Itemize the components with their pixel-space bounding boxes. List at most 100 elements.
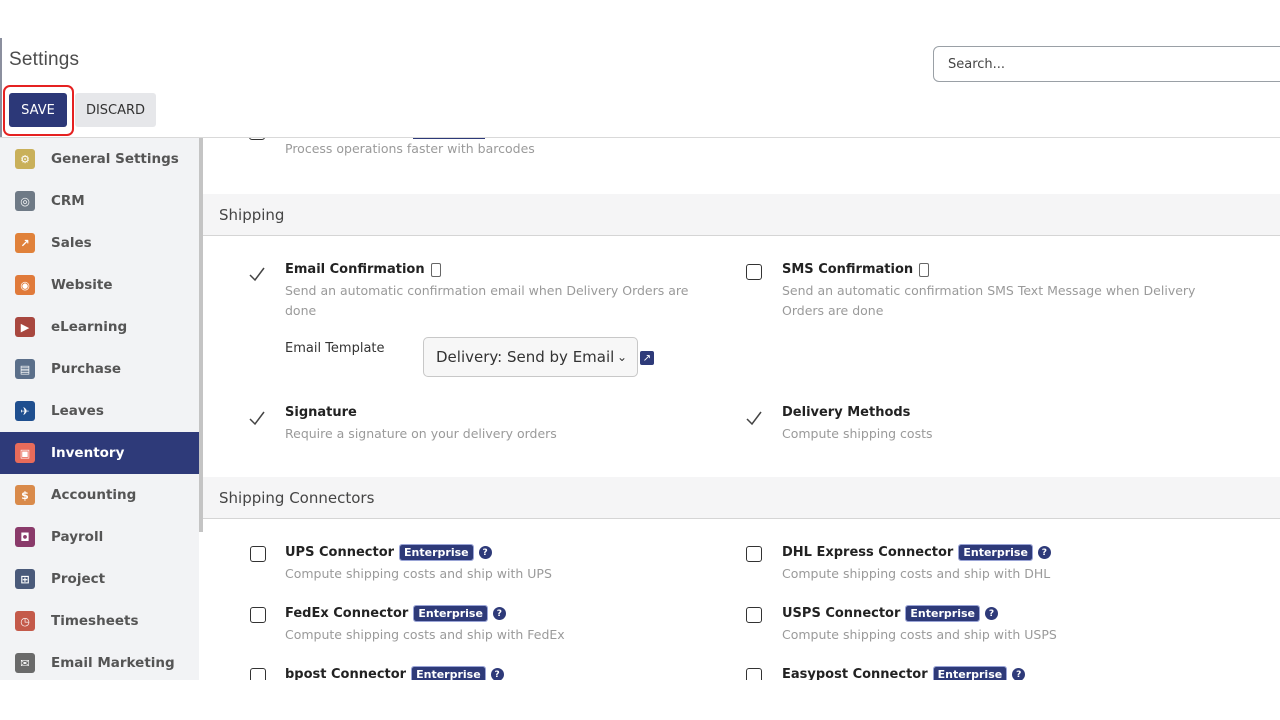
enterprise-badge: Enterprise bbox=[411, 666, 486, 680]
dhl-connector-checkbox[interactable] bbox=[746, 546, 762, 562]
fedex-connector-checkbox[interactable] bbox=[250, 607, 266, 623]
sales-chart-icon: ↗ bbox=[15, 233, 35, 253]
help-icon[interactable]: ? bbox=[490, 668, 504, 680]
sidebar-item-label: Timesheets bbox=[51, 613, 139, 629]
section-header-shipping-connectors: Shipping Connectors bbox=[203, 477, 1280, 519]
bpost-connector-checkbox[interactable] bbox=[250, 668, 266, 680]
email-template-select[interactable]: Delivery: Send by Email ⌄ bbox=[423, 337, 638, 377]
sms-confirmation-option: SMS Confirmation Send an automatic confi… bbox=[782, 262, 1202, 321]
phone-icon bbox=[919, 262, 930, 277]
sidebar-item-label: Project bbox=[51, 571, 106, 587]
signature-label: Signature bbox=[285, 405, 357, 420]
sidebar-item-payroll[interactable]: ◘ Payroll bbox=[0, 516, 199, 558]
sidebar-item-sales[interactable]: ↗ Sales bbox=[0, 222, 199, 264]
easypost-connector-option: Easypost Connector Enterprise? bbox=[782, 666, 1212, 680]
dhl-connector-label: DHL Express Connector bbox=[782, 545, 954, 560]
enterprise-badge: Enterprise bbox=[413, 605, 488, 622]
sidebar-item-website[interactable]: ◉ Website bbox=[0, 264, 199, 306]
chevron-down-icon: ⌄ bbox=[616, 350, 627, 364]
help-icon[interactable]: ? bbox=[984, 607, 998, 620]
sidebar-item-project[interactable]: ⊞ Project bbox=[0, 558, 199, 600]
bpost-connector-label: bpost Connector bbox=[285, 667, 407, 680]
page-title: Settings bbox=[9, 49, 80, 70]
search-input[interactable] bbox=[933, 46, 1280, 82]
email-marketing-icon: ✉ bbox=[15, 653, 35, 673]
email-template-label: Email Template bbox=[285, 341, 385, 356]
sms-confirmation-description: Send an automatic confirmation SMS Text … bbox=[782, 283, 1196, 318]
help-icon[interactable]: ? bbox=[478, 546, 492, 559]
usps-connector-checkbox[interactable] bbox=[746, 607, 762, 623]
sidebar-item-label: CRM bbox=[51, 193, 85, 209]
email-template-value: Delivery: Send by Email bbox=[436, 348, 615, 366]
delivery-methods-label: Delivery Methods bbox=[782, 405, 911, 420]
inventory-icon: ▣ bbox=[15, 443, 35, 463]
sidebar-item-leaves[interactable]: ✈ Leaves bbox=[0, 390, 199, 432]
sidebar-item-label: Accounting bbox=[51, 487, 137, 503]
delivery-methods-check-icon[interactable] bbox=[744, 408, 764, 428]
purchase-icon: ▤ bbox=[15, 359, 35, 379]
sidebar-item-label: Sales bbox=[51, 235, 92, 251]
barcode-checkbox-partial[interactable] bbox=[249, 138, 265, 140]
signature-description: Require a signature on your delivery ord… bbox=[285, 426, 557, 441]
sms-confirmation-checkbox[interactable] bbox=[746, 264, 762, 280]
sidebar-item-general-settings[interactable]: ⚙ General Settings bbox=[0, 138, 199, 180]
sidebar-item-elearning[interactable]: ▶ eLearning bbox=[0, 306, 199, 348]
delivery-methods-option: Delivery Methods Compute shipping costs bbox=[782, 405, 1202, 444]
settings-sidebar: ⚙ General Settings ◎ CRM ↗ Sales ◉ Website ▶ eLea… bbox=[0, 138, 199, 680]
usps-connector-option: USPS Connector Enterprise? Compute shippi… bbox=[782, 605, 1212, 645]
ups-connector-description: Compute shipping costs and ship with UPS bbox=[285, 566, 552, 581]
ups-connector-checkbox[interactable] bbox=[250, 546, 266, 562]
sidebar-item-label: Leaves bbox=[51, 403, 104, 419]
email-confirmation-description: Send an automatic confirmation email whe… bbox=[285, 283, 689, 318]
timesheets-icon: ◷ bbox=[15, 611, 35, 631]
sidebar-item-inventory[interactable]: ▣ Inventory bbox=[0, 432, 199, 474]
sidebar-item-label: General Settings bbox=[51, 151, 179, 167]
delivery-methods-description: Compute shipping costs bbox=[782, 426, 933, 441]
project-icon: ⊞ bbox=[15, 569, 35, 589]
sidebar-item-label: Inventory bbox=[51, 445, 125, 461]
email-confirmation-option: Email Confirmation Send an automatic con… bbox=[285, 262, 715, 321]
sidebar-item-label: Payroll bbox=[51, 529, 104, 545]
usps-connector-label: USPS Connector bbox=[782, 606, 901, 621]
sidebar-item-accounting[interactable]: $ Accounting bbox=[0, 474, 199, 516]
external-link-icon[interactable]: ↗ bbox=[640, 351, 654, 365]
ups-connector-option: UPS Connector Enterprise? Compute shippin… bbox=[285, 544, 715, 584]
fedex-connector-description: Compute shipping costs and ship with Fed… bbox=[285, 627, 565, 642]
accounting-icon: $ bbox=[15, 485, 35, 505]
sidebar-item-timesheets[interactable]: ◷ Timesheets bbox=[0, 600, 199, 642]
enterprise-badge: Enterprise bbox=[399, 544, 474, 561]
phone-icon bbox=[430, 262, 441, 277]
sidebar-item-label: Website bbox=[51, 277, 113, 293]
enterprise-badge: Enterprise bbox=[932, 666, 1008, 680]
dhl-connector-option: DHL Express Connector Enterprise? Compute… bbox=[782, 544, 1212, 584]
dhl-connector-description: Compute shipping costs and ship with DHL bbox=[782, 566, 1051, 581]
email-confirmation-check-icon[interactable] bbox=[247, 264, 267, 284]
signature-option: Signature Require a signature on your de… bbox=[285, 405, 715, 444]
easypost-connector-checkbox[interactable] bbox=[746, 668, 762, 680]
sidebar-item-label: eLearning bbox=[51, 319, 128, 335]
gear-icon: ⚙ bbox=[15, 149, 35, 169]
website-icon: ◉ bbox=[15, 275, 35, 295]
sidebar-item-email-marketing[interactable]: ✉ Email Marketing bbox=[0, 642, 199, 684]
elearning-icon: ▶ bbox=[15, 317, 35, 337]
easypost-connector-label: Easypost Connector bbox=[782, 667, 928, 680]
leaves-icon: ✈ bbox=[15, 401, 35, 421]
section-header-shipping: Shipping bbox=[203, 194, 1280, 236]
sms-confirmation-label: SMS Confirmation bbox=[782, 262, 914, 277]
sidebar-item-crm[interactable]: ◎ CRM bbox=[0, 180, 199, 222]
help-icon[interactable]: ? bbox=[1012, 668, 1026, 680]
enterprise-badge: Enterprise bbox=[905, 605, 980, 622]
usps-connector-description: Compute shipping costs and ship with USP… bbox=[782, 627, 1057, 642]
ups-connector-label: UPS Connector bbox=[285, 545, 395, 560]
crm-icon: ◎ bbox=[15, 191, 35, 211]
barcode-description: Process operations faster with barcodes bbox=[285, 141, 535, 156]
enterprise-badge: Enterprise bbox=[958, 544, 1033, 561]
discard-button[interactable]: DISCARD bbox=[75, 93, 156, 127]
signature-check-icon[interactable] bbox=[247, 408, 267, 428]
fedex-connector-option: FedEx Connector Enterprise? Compute shipp… bbox=[285, 605, 715, 645]
help-icon[interactable]: ? bbox=[1037, 546, 1051, 559]
help-icon[interactable]: ? bbox=[492, 607, 506, 620]
fedex-connector-label: FedEx Connector bbox=[285, 606, 409, 621]
sidebar-item-purchase[interactable]: ▤ Purchase bbox=[0, 348, 199, 390]
sidebar-item-label: Email Marketing bbox=[51, 655, 175, 671]
